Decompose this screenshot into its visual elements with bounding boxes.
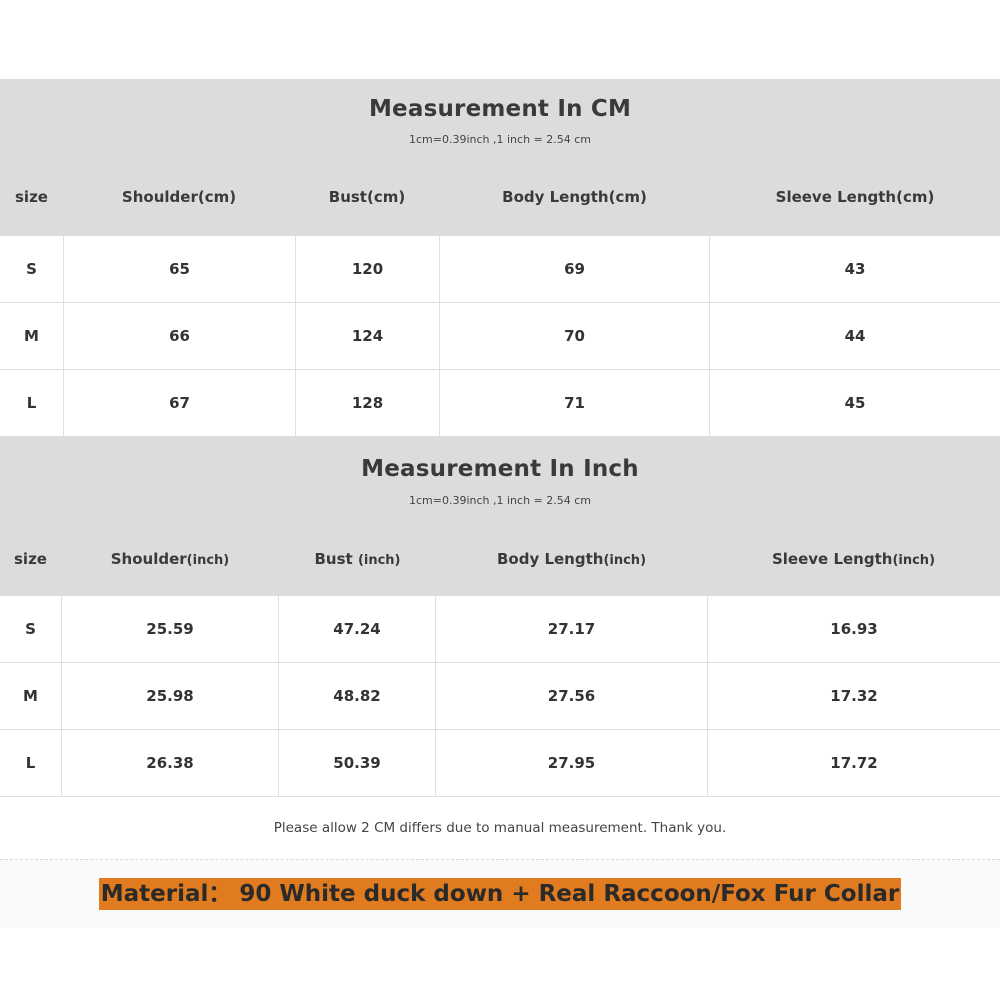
size-chart: Measurement In CM 1cm=0.39inch ,1 inch =… <box>0 79 1000 928</box>
column-header-shoulder: Shoulder(inch) <box>61 550 279 568</box>
cm-table-subtitle: 1cm=0.39inch ,1 inch = 2.54 cm <box>408 133 591 146</box>
column-header-bust: Bust (inch) <box>279 550 436 568</box>
header-label: Shoulder <box>110 550 187 568</box>
inch-table-title: Measurement In Inch <box>361 456 639 482</box>
sleeve-length-cell: 45 <box>844 394 866 412</box>
sleeve-length-cell: 17.32 <box>830 687 878 705</box>
header-unit: (inch) <box>186 553 230 568</box>
size-cell: M <box>0 303 64 369</box>
size-cell: L <box>0 370 64 436</box>
inch-table-header: Measurement In Inch 1cm=0.39inch ,1 inch… <box>0 436 1000 596</box>
size-cell: S <box>0 236 64 302</box>
column-header-body-length: Body Length(inch) <box>436 550 707 568</box>
column-header-size: size <box>15 188 48 206</box>
body-length-cell: 27.17 <box>436 596 708 662</box>
table-row: S 25.59 47.24 27.17 16.93 <box>0 596 1000 663</box>
inch-table-body: S 25.59 47.24 27.17 16.93 M 25.98 48.82 … <box>0 596 1000 797</box>
body-length-cell: 27.95 <box>436 730 708 796</box>
column-header-sleeve-length: Sleeve Length(inch) <box>707 550 1000 568</box>
header-label: Bust <box>314 550 358 568</box>
bust-cell: 48.82 <box>279 663 436 729</box>
material-banner: Material： 90 White duck down + Real Racc… <box>0 860 1000 928</box>
cm-column-headers: size Shoulder(cm) Bust(cm) Body Length(c… <box>0 188 1000 206</box>
shoulder-cell: 25.59 <box>62 596 279 662</box>
bust-cell: 50.39 <box>279 730 436 796</box>
sleeve-length-cell: 43 <box>844 260 866 278</box>
inch-table-subtitle: 1cm=0.39inch ,1 inch = 2.54 cm <box>408 494 591 507</box>
header-unit: (inch) <box>357 553 401 568</box>
shoulder-cell: 25.98 <box>62 663 279 729</box>
column-header-bust: Bust(cm) <box>328 188 406 206</box>
table-row: L 67 128 71 45 <box>0 370 1000 436</box>
header-label: Body Length <box>496 550 604 568</box>
bust-cell: 120 <box>296 236 440 302</box>
sleeve-length-cell: 44 <box>844 327 866 345</box>
shoulder-cell: 65 <box>64 236 296 302</box>
cm-table-title: Measurement In CM <box>368 96 632 122</box>
header-unit: (inch) <box>603 553 647 568</box>
column-header-size: size <box>0 550 61 568</box>
size-cell: M <box>0 663 62 729</box>
size-cell: L <box>0 730 62 796</box>
size-cell: S <box>0 596 62 662</box>
table-row: S 65 120 69 43 <box>0 236 1000 303</box>
shoulder-cell: 67 <box>64 370 296 436</box>
column-header-sleeve-length: Sleeve Length(cm) <box>775 188 935 206</box>
bust-cell: 47.24 <box>279 596 436 662</box>
cm-table-body: S 65 120 69 43 M 66 124 70 44 L 67 128 7… <box>0 236 1000 436</box>
shoulder-cell: 26.38 <box>62 730 279 796</box>
column-header-shoulder: Shoulder(cm) <box>121 188 237 206</box>
table-row: M 66 124 70 44 <box>0 303 1000 370</box>
body-length-cell: 27.56 <box>436 663 708 729</box>
header-label: size <box>14 550 47 568</box>
inch-column-headers: size Shoulder(inch) Bust (inch) Body Len… <box>0 550 1000 568</box>
cm-table-header: Measurement In CM 1cm=0.39inch ,1 inch =… <box>0 79 1000 236</box>
header-label: Sleeve Length <box>771 550 893 568</box>
body-length-cell: 70 <box>440 303 710 369</box>
measurement-note: Please allow 2 CM differs due to manual … <box>0 797 1000 860</box>
table-row: M 25.98 48.82 27.56 17.32 <box>0 663 1000 730</box>
body-length-cell: 69 <box>440 236 710 302</box>
sleeve-length-cell: 17.72 <box>830 754 878 772</box>
sleeve-length-cell: 16.93 <box>830 620 878 638</box>
header-unit: (inch) <box>892 553 936 568</box>
material-text: Material： 90 White duck down + Real Racc… <box>98 878 902 910</box>
bust-cell: 124 <box>296 303 440 369</box>
body-length-cell: 71 <box>440 370 710 436</box>
bust-cell: 128 <box>296 370 440 436</box>
shoulder-cell: 66 <box>64 303 296 369</box>
table-row: L 26.38 50.39 27.95 17.72 <box>0 730 1000 797</box>
column-header-body-length: Body Length(cm) <box>502 188 647 206</box>
